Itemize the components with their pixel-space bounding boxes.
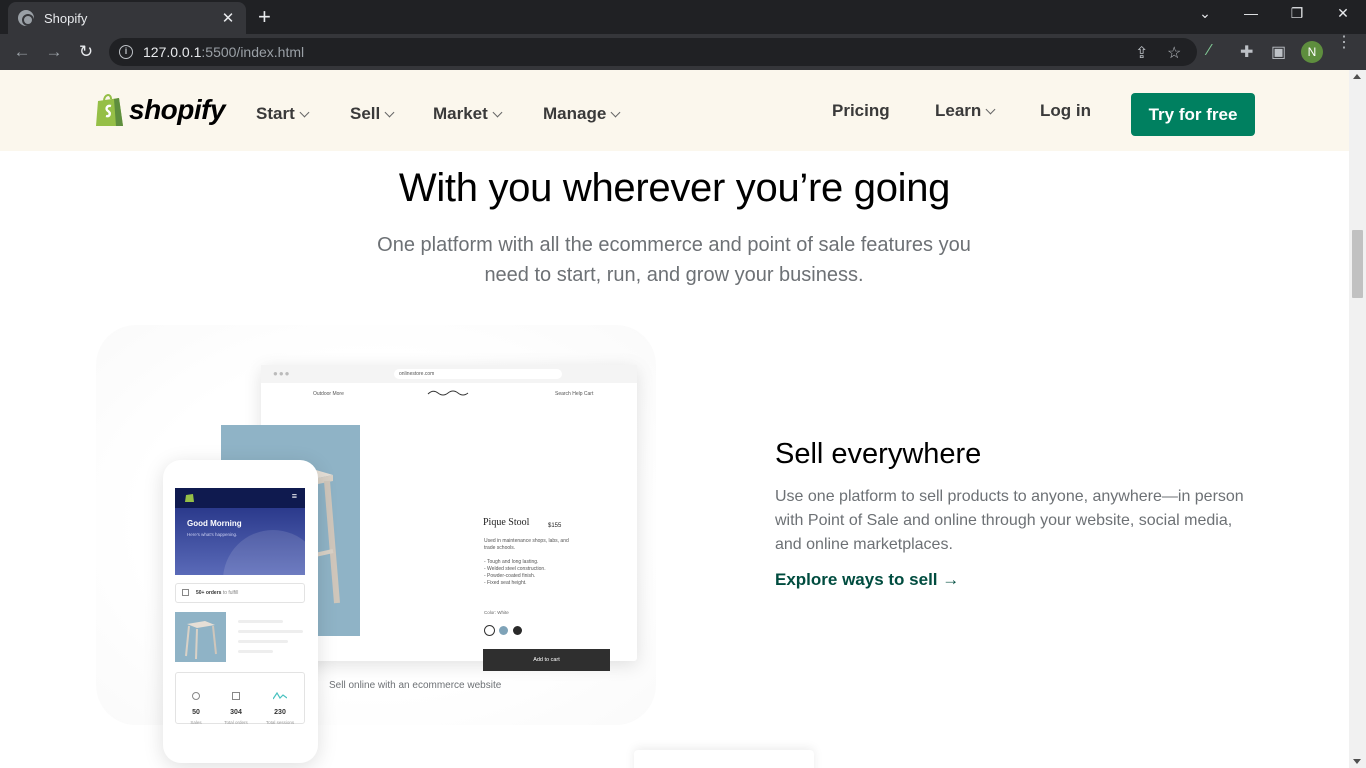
greeting-card: Good Morning Here's what's happening. bbox=[175, 508, 305, 575]
greeting-subtitle: Here's what's happening. bbox=[187, 532, 238, 537]
placeholder-line bbox=[238, 640, 288, 643]
chevron-down-icon bbox=[299, 107, 310, 117]
greeting-title: Good Morning bbox=[187, 519, 242, 528]
phone-topbar: ≡ bbox=[175, 488, 305, 508]
placeholder-line bbox=[238, 650, 273, 653]
swatch-blue bbox=[499, 626, 508, 635]
page-viewport: shopify Start Sell Market Manage Pricing… bbox=[0, 70, 1349, 768]
swatch-white bbox=[484, 625, 495, 636]
stat-orders: 304 Total orders bbox=[216, 687, 256, 725]
chevron-down-icon bbox=[985, 104, 996, 114]
forward-icon[interactable]: → bbox=[44, 42, 64, 62]
mockup-add-to-cart: Add to cart bbox=[483, 649, 610, 671]
feature-body: Use one platform to sell products to any… bbox=[775, 488, 1244, 553]
hamburger-menu-icon: ≡ bbox=[291, 491, 297, 501]
stat-sessions: 230 Total sessions bbox=[260, 687, 300, 725]
chevron-down-icon bbox=[384, 107, 395, 117]
product-name: Pique Stool bbox=[483, 517, 530, 528]
nav-pricing[interactable]: Pricing bbox=[832, 101, 890, 121]
new-tab-button[interactable]: + bbox=[258, 6, 271, 28]
shopify-logo[interactable]: shopify bbox=[94, 92, 226, 128]
tab-search-icon[interactable]: ⌄ bbox=[1193, 5, 1217, 22]
minimize-icon[interactable]: — bbox=[1239, 5, 1263, 21]
nav-learn[interactable]: Learn bbox=[935, 101, 996, 121]
store-logo-wave-icon bbox=[427, 390, 469, 396]
stats-panel: 50 Sales 304 Total orders 230 Total sess… bbox=[175, 672, 305, 725]
site-info-icon[interactable]: i bbox=[119, 45, 133, 59]
nav-sell[interactable]: Sell bbox=[350, 104, 395, 124]
scrollbar-thumb[interactable] bbox=[1352, 230, 1363, 298]
nav-market[interactable]: Market bbox=[433, 104, 503, 124]
orders-to-fulfill: 50+ orders to fulfill bbox=[175, 583, 305, 603]
scroll-down-icon[interactable] bbox=[1353, 759, 1361, 764]
swatch-black bbox=[513, 626, 522, 635]
close-tab-icon[interactable]: ✕ bbox=[220, 9, 236, 27]
browser-tab[interactable]: Shopify ✕ bbox=[8, 2, 246, 34]
trend-line-icon bbox=[272, 691, 288, 700]
mockup-browser-bar: ●●● onlinestore.com bbox=[261, 365, 637, 383]
dollar-icon bbox=[192, 692, 200, 700]
stat-sales: 50 Sales bbox=[176, 687, 216, 725]
side-panel-icon[interactable]: ▣ bbox=[1271, 42, 1286, 62]
scroll-up-icon[interactable] bbox=[1353, 74, 1361, 79]
globe-icon bbox=[18, 10, 34, 26]
hero-subtitle: One platform with all the ecommerce and … bbox=[377, 234, 971, 286]
browser-menu-icon[interactable]: ⋮ bbox=[1336, 35, 1352, 51]
product-description: Used in maintenance shops, labs, and tra… bbox=[484, 538, 569, 586]
browser-toolbar: ← → ↻ i 127.0.0.1:5500/index.html ⇪ ☆ bbox=[0, 34, 1366, 70]
back-icon[interactable]: ← bbox=[12, 42, 32, 62]
mockup-right-nav: Search Help Cart bbox=[555, 391, 594, 397]
explore-sell-link[interactable]: Explore ways to sell → bbox=[775, 570, 959, 590]
browser-tab-strip: Shopify ✕ + ⌄ — ❐ ✕ bbox=[0, 0, 1366, 34]
product-thumbnail bbox=[175, 612, 226, 662]
hero-title: With you wherever you’re going bbox=[398, 166, 951, 210]
product-price: $155 bbox=[548, 523, 562, 529]
url-text[interactable]: 127.0.0.1:5500/index.html bbox=[143, 44, 304, 60]
mockup-subnav: Outdoor More bbox=[313, 391, 344, 397]
site-header: shopify Start Sell Market Manage Pricing… bbox=[0, 70, 1349, 151]
brand-wordmark: shopify bbox=[129, 94, 226, 125]
tab-title: Shopify bbox=[44, 10, 88, 26]
reload-icon[interactable]: ↻ bbox=[76, 42, 96, 62]
extensions-puzzle-icon[interactable]: ✚ bbox=[1240, 42, 1253, 62]
shopify-bag-icon bbox=[96, 94, 123, 126]
shopify-bag-icon bbox=[185, 494, 194, 502]
page-scrollbar[interactable] bbox=[1349, 70, 1366, 768]
bookmark-star-icon[interactable]: ☆ bbox=[1167, 43, 1181, 63]
chevron-down-icon bbox=[610, 107, 621, 117]
illustration-caption: Sell online with an ecommerce website bbox=[329, 680, 502, 691]
address-bar[interactable]: i 127.0.0.1:5500/index.html ⇪ ☆ bbox=[109, 38, 1197, 66]
profile-avatar[interactable]: N bbox=[1301, 41, 1323, 63]
window-close-icon[interactable]: ✕ bbox=[1331, 5, 1355, 22]
order-box-icon bbox=[182, 589, 189, 596]
chevron-down-icon bbox=[492, 107, 503, 117]
phone-mockup: ≡ Good Morning Here's what's happening. … bbox=[163, 460, 318, 763]
login-link[interactable]: Log in bbox=[1040, 101, 1091, 121]
nav-start[interactable]: Start bbox=[256, 104, 310, 124]
feature-title: Sell everywhere bbox=[775, 438, 982, 470]
share-icon[interactable]: ⇪ bbox=[1135, 43, 1148, 63]
stool-icon bbox=[185, 621, 217, 660]
placeholder-line bbox=[238, 620, 283, 623]
color-label: Color: White bbox=[484, 610, 509, 615]
placeholder-line bbox=[238, 630, 303, 633]
inbox-icon bbox=[232, 692, 240, 700]
nav-manage[interactable]: Manage bbox=[543, 104, 621, 124]
try-for-free-button[interactable]: Try for free bbox=[1131, 93, 1255, 136]
next-section-card bbox=[634, 750, 814, 768]
restore-icon[interactable]: ❐ bbox=[1285, 5, 1309, 22]
mockup-address: onlinestore.com bbox=[394, 369, 562, 379]
window-dots-icon: ●●● bbox=[273, 369, 291, 378]
extension-icon[interactable]: ⁄ bbox=[1208, 42, 1211, 60]
